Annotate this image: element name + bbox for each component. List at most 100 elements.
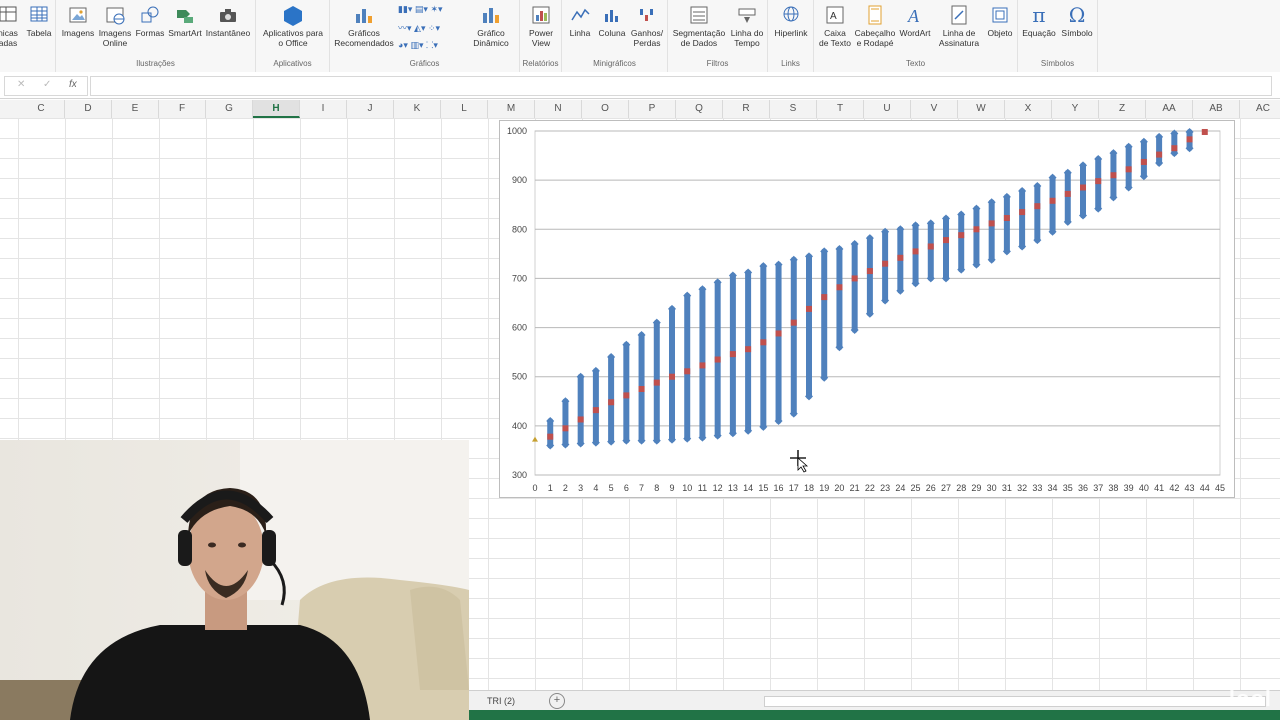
- red-point-32[interactable]: [1019, 209, 1026, 216]
- orange-point-0[interactable]: [532, 436, 538, 442]
- online-images-button[interactable]: Imagens Online: [96, 4, 134, 48]
- red-point-21[interactable]: [851, 275, 858, 282]
- red-point-9[interactable]: [669, 373, 675, 380]
- pivot-table-button[interactable]: nicas adas: [0, 4, 22, 48]
- red-point-39[interactable]: [1125, 166, 1132, 173]
- red-point-26[interactable]: [927, 243, 934, 250]
- horizontal-scrollbar[interactable]: [764, 696, 1266, 707]
- red-point-25[interactable]: [912, 248, 919, 255]
- timeline-button[interactable]: Linha do Tempo: [728, 4, 766, 48]
- red-point-10[interactable]: [684, 368, 691, 375]
- column-header-y[interactable]: Y: [1052, 100, 1099, 118]
- red-point-3[interactable]: [577, 416, 584, 423]
- red-point-33[interactable]: [1034, 203, 1041, 210]
- sparkline-line-button[interactable]: Linha: [564, 4, 596, 38]
- plot-area[interactable]: [534, 130, 1221, 476]
- column-header-z[interactable]: Z: [1099, 100, 1146, 118]
- red-point-28[interactable]: [958, 232, 965, 239]
- cancel-icon[interactable]: ✕: [17, 79, 25, 90]
- red-point-6[interactable]: [623, 392, 630, 399]
- red-point-15[interactable]: [760, 339, 767, 346]
- red-point-29[interactable]: [973, 226, 980, 233]
- column-header-t[interactable]: T: [817, 100, 864, 118]
- red-point-11[interactable]: [699, 362, 706, 369]
- column-header-f[interactable]: F: [159, 100, 206, 118]
- sparkline-column-button[interactable]: Coluna: [596, 4, 628, 38]
- formula-input[interactable]: [90, 76, 1272, 96]
- red-point-30[interactable]: [988, 220, 995, 227]
- red-point-17[interactable]: [790, 319, 797, 326]
- add-sheet-button[interactable]: +: [549, 693, 565, 709]
- column-header-p[interactable]: P: [629, 100, 676, 118]
- red-point-37[interactable]: [1095, 178, 1102, 185]
- red-point-42[interactable]: [1171, 145, 1178, 152]
- red-point-24[interactable]: [897, 254, 904, 261]
- power-view-button[interactable]: Power View: [522, 4, 560, 48]
- column-header-r[interactable]: R: [723, 100, 770, 118]
- column-header-aa[interactable]: AA: [1146, 100, 1193, 118]
- column-header-c[interactable]: C: [18, 100, 65, 118]
- column-header-j[interactable]: J: [347, 100, 394, 118]
- shapes-button[interactable]: Formas: [134, 4, 166, 38]
- column-header-i[interactable]: I: [300, 100, 347, 118]
- column-header-s[interactable]: S: [770, 100, 817, 118]
- column-header-ac[interactable]: AC: [1240, 100, 1280, 118]
- red-point-31[interactable]: [1003, 214, 1010, 221]
- column-header-ab[interactable]: AB: [1193, 100, 1240, 118]
- smartart-button[interactable]: SmartArt: [166, 4, 204, 38]
- images-button[interactable]: Imagens: [60, 4, 96, 38]
- symbol-button[interactable]: Ω Símbolo: [1058, 4, 1096, 38]
- red-point-43[interactable]: [1186, 136, 1193, 143]
- red-point-7[interactable]: [638, 386, 645, 392]
- equation-button[interactable]: π Equação: [1020, 4, 1058, 38]
- red-point-19[interactable]: [821, 294, 828, 301]
- red-point-41[interactable]: [1156, 151, 1163, 158]
- column-header-l[interactable]: L: [441, 100, 488, 118]
- column-header-k[interactable]: K: [394, 100, 441, 118]
- red-point-18[interactable]: [806, 305, 812, 312]
- red-point-4[interactable]: [592, 407, 599, 414]
- text-box-button[interactable]: A Caixa de Texto: [816, 4, 854, 48]
- line-chart-icon[interactable]: 〰▾ ◭▾ ⁘▾: [398, 21, 440, 34]
- red-point-44[interactable]: [1201, 128, 1208, 135]
- screenshot-button[interactable]: Instantâneo: [204, 4, 252, 38]
- header-footer-button[interactable]: Cabeçalho e Rodapé: [854, 4, 896, 48]
- office-apps-button[interactable]: Aplicativos para o Office: [258, 4, 328, 48]
- red-point-36[interactable]: [1080, 184, 1086, 191]
- column-header-u[interactable]: U: [864, 100, 911, 118]
- column-header-w[interactable]: W: [958, 100, 1005, 118]
- enter-icon[interactable]: ✓: [43, 79, 51, 90]
- red-point-35[interactable]: [1064, 190, 1071, 197]
- pie-chart-icon[interactable]: ◕▾ ▥▾ ⸬▾: [398, 38, 438, 51]
- hyperlink-button[interactable]: Hiperlink: [770, 4, 812, 38]
- red-point-12[interactable]: [714, 356, 721, 363]
- column-header-q[interactable]: Q: [676, 100, 723, 118]
- recommended-charts-button[interactable]: Gráficos Recomendados: [332, 4, 396, 48]
- sparkline-winloss-button[interactable]: Ganhos/ Perdas: [628, 4, 666, 48]
- red-point-14[interactable]: [745, 346, 752, 353]
- column-chart-icon[interactable]: ▮▮▾ ▤▾ ✶▾: [398, 4, 443, 15]
- red-point-40[interactable]: [1140, 158, 1147, 165]
- red-point-34[interactable]: [1049, 197, 1056, 204]
- red-point-38[interactable]: [1110, 172, 1117, 179]
- red-point-16[interactable]: [775, 330, 782, 337]
- object-button[interactable]: Objeto: [984, 4, 1016, 38]
- red-point-13[interactable]: [729, 351, 736, 358]
- red-point-5[interactable]: [608, 399, 615, 406]
- red-point-20[interactable]: [836, 284, 843, 291]
- sheet-tab-tri-2[interactable]: TRI (2): [479, 693, 523, 709]
- column-header-e[interactable]: E: [112, 100, 159, 118]
- red-point-2[interactable]: [562, 425, 569, 432]
- column-header-x[interactable]: X: [1005, 100, 1052, 118]
- wordart-button[interactable]: A WordArt: [896, 4, 934, 38]
- table-button[interactable]: Tabela: [24, 4, 54, 38]
- column-header-v[interactable]: V: [911, 100, 958, 118]
- column-header-n[interactable]: N: [535, 100, 582, 118]
- red-point-8[interactable]: [653, 379, 660, 386]
- column-header-d[interactable]: D: [65, 100, 112, 118]
- red-point-27[interactable]: [943, 237, 949, 244]
- scatter-chart[interactable]: 300 400 500 600 700 800 900 1000 0 1 2 3 4 5 6 7 8 9 10 11 1…: [499, 120, 1235, 498]
- pivot-chart-button[interactable]: Gráfico Dinâmico: [464, 4, 518, 48]
- signature-line-button[interactable]: Linha de Assinatura: [934, 4, 984, 48]
- fx-icon[interactable]: fx: [69, 79, 77, 90]
